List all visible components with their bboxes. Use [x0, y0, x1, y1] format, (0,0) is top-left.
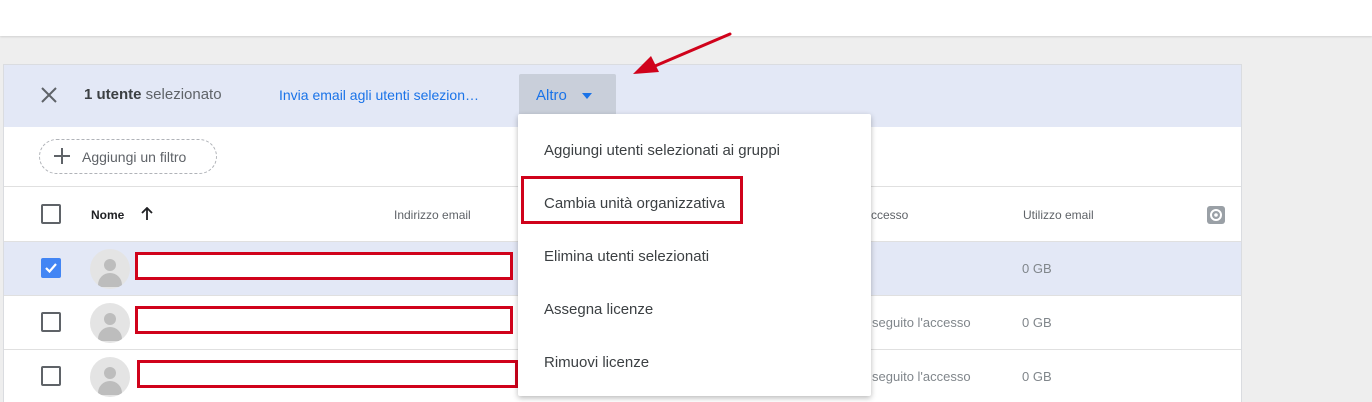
last-access-cell: seguito l'accesso — [872, 369, 971, 384]
column-email-header[interactable]: Indirizzo email — [394, 208, 471, 222]
select-all-checkbox[interactable] — [41, 204, 61, 224]
row-checkbox[interactable] — [41, 312, 61, 332]
redacted-name — [137, 360, 518, 388]
plus-icon — [54, 148, 70, 164]
check-icon — [45, 263, 57, 274]
more-button-label: Altro — [536, 87, 567, 104]
row-checkbox[interactable] — [41, 366, 61, 386]
gear-icon[interactable] — [1206, 205, 1226, 225]
close-icon[interactable] — [38, 84, 60, 106]
selection-count: 1 utente selezionato — [84, 86, 222, 103]
email-usage-cell: 0 GB — [1022, 315, 1052, 330]
avatar-icon — [90, 303, 130, 343]
menu-item-assign-licenses[interactable]: Assegna licenze — [518, 283, 871, 336]
add-filter-label: Aggiungi un filtro — [82, 149, 187, 165]
annotation-highlight-box — [521, 176, 743, 224]
email-usage-cell: 0 GB — [1022, 369, 1052, 384]
send-email-link[interactable]: Invia email agli utenti selezion… — [279, 87, 479, 103]
avatar-icon — [90, 249, 130, 289]
menu-item-add-to-groups[interactable]: Aggiungi utenti selezionati ai gruppi — [518, 124, 871, 177]
last-access-cell: seguito l'accesso — [872, 315, 971, 330]
avatar-icon — [90, 357, 130, 397]
sort-up-icon[interactable] — [140, 207, 154, 221]
add-filter-button[interactable]: Aggiungi un filtro — [39, 139, 217, 174]
menu-item-delete-users[interactable]: Elimina utenti selezionati — [518, 230, 871, 283]
annotation-arrow — [633, 32, 732, 74]
caret-down-icon — [582, 93, 592, 99]
email-usage-cell: 0 GB — [1022, 261, 1052, 276]
column-email-usage-header[interactable]: Utilizzo email — [1023, 208, 1094, 222]
redacted-name — [135, 306, 513, 334]
more-actions-menu: Aggiungi utenti selezionati ai gruppi Ca… — [518, 114, 871, 396]
column-last-access-header[interactable]: ccesso — [871, 208, 908, 222]
more-button[interactable]: Altro — [519, 74, 616, 116]
column-name-header[interactable]: Nome — [91, 208, 124, 222]
redacted-name — [135, 252, 513, 280]
menu-item-remove-licenses[interactable]: Rimuovi licenze — [518, 336, 871, 389]
row-checkbox[interactable] — [41, 258, 61, 278]
